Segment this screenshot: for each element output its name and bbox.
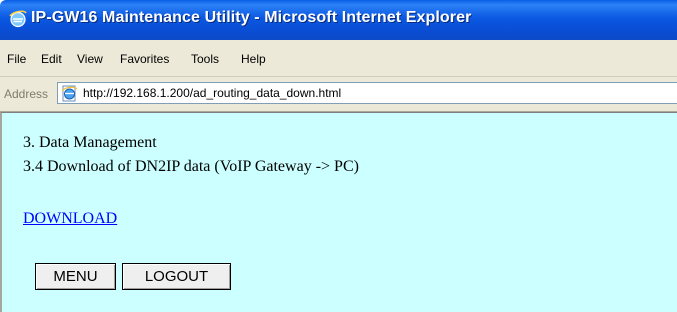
address-input[interactable]: http://192.168.1.200/ad_routing_data_dow… xyxy=(57,82,677,104)
address-url: http://192.168.1.200/ad_routing_data_dow… xyxy=(83,86,342,100)
subsection-heading: 3.4 Download of DN2IP data (VoIP Gateway… xyxy=(23,158,359,175)
menu-help[interactable]: Help xyxy=(241,52,266,66)
menu-bar: File Edit View Favorites Tools Help xyxy=(0,40,677,77)
logout-button[interactable]: LOGOUT xyxy=(122,263,231,290)
download-link[interactable]: DOWNLOAD xyxy=(23,210,117,228)
window-title: IP-GW16 Maintenance Utility - Microsoft … xyxy=(31,9,472,26)
ie-page-icon xyxy=(61,85,78,102)
section-heading: 3. Data Management xyxy=(23,134,157,151)
browser-window: IP-GW16 Maintenance Utility - Microsoft … xyxy=(0,0,677,312)
menu-view[interactable]: View xyxy=(77,52,103,66)
internet-explorer-icon xyxy=(9,10,27,28)
address-bar: Address http://192.168.1.200/ad_routing_… xyxy=(0,77,677,112)
title-bar[interactable]: IP-GW16 Maintenance Utility - Microsoft … xyxy=(0,0,677,40)
address-label: Address xyxy=(4,87,49,101)
page-content: 3. Data Management 3.4 Download of DN2IP… xyxy=(0,112,677,312)
menu-edit[interactable]: Edit xyxy=(41,52,62,66)
menu-button[interactable]: MENU xyxy=(35,263,116,290)
menu-favorites[interactable]: Favorites xyxy=(120,52,169,66)
menu-file[interactable]: File xyxy=(7,52,26,66)
menu-tools[interactable]: Tools xyxy=(191,52,219,66)
